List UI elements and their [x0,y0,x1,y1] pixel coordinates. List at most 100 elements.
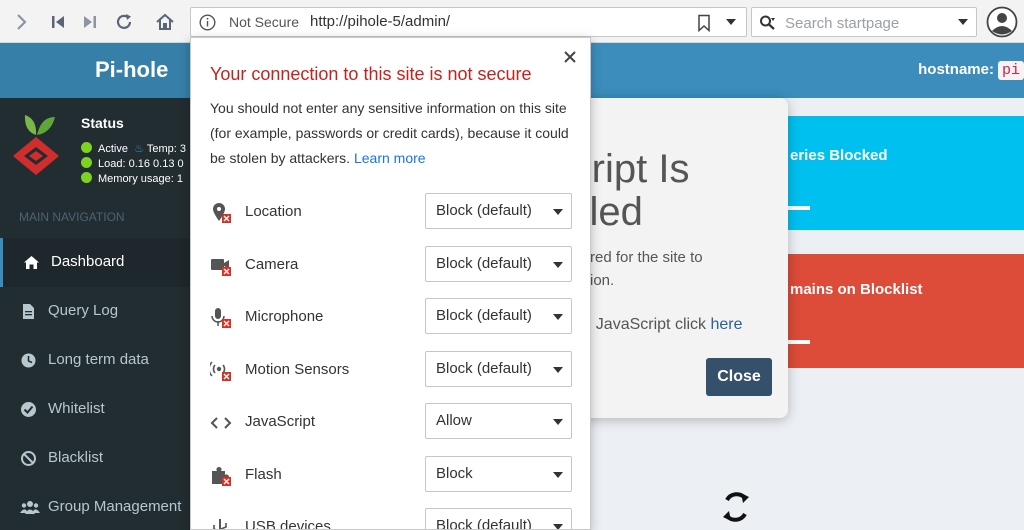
chevron-down-icon [553,314,563,320]
status-dot-icon [81,172,92,183]
reload-icon[interactable] [111,9,137,35]
permission-label: JavaScript [245,413,316,430]
nav-header: MAIN NAVIGATION [19,210,125,224]
modal-enable-text: ble JavaScript click here [570,316,743,334]
history-icon [21,353,36,368]
domains-blocklist-box: mains on Blocklist [770,254,1024,368]
usb-icon [213,519,227,529]
status-dot-icon [81,142,92,153]
puzzle-icon [212,467,231,486]
search-icon [760,15,775,30]
status-panel: Status Active ♨ Temp: 3 Load: 0.16 0.13 … [0,98,190,198]
microphone-blocked-icon [211,308,231,328]
security-label[interactable]: Not Secure [229,14,299,30]
sidebar-item-label: Group Management [48,498,182,515]
close-icon[interactable] [561,48,579,66]
hostname-value: pi [997,61,1024,80]
permission-label: USB devices [245,518,331,530]
permission-value: Block (default) [436,517,532,530]
javascript-disabled-modal: Script Isabled quired for the site tonct… [570,98,788,418]
permission-label: Flash [245,466,282,483]
permission-select-motion-sensors[interactable]: Block (default) [425,351,572,387]
status-dot-icon [81,157,92,168]
permission-value: Block (default) [436,360,532,377]
motion-sensors-icon [210,361,231,381]
enable-js-link[interactable]: here [711,316,743,333]
logo-text: Pi-hole [95,57,169,82]
search-box[interactable] [751,7,977,37]
forward-icon[interactable] [8,9,34,35]
chevron-down-icon [553,367,563,373]
check-circle-icon [21,402,36,417]
status-active: Active ♨ Temp: 3 [81,142,186,155]
permission-row-location: Location Block (default) [191,193,590,231]
status-active-text: Active [98,143,128,155]
loading-spinner-icon [723,492,749,522]
file-icon [23,304,34,319]
sidebar-item-label: Dashboard [51,253,125,270]
skip-back-icon[interactable] [45,9,71,35]
permission-row-javascript: JavaScript Allow [191,403,590,441]
sidebar-item-group-management[interactable]: Group Management [0,483,190,530]
chevron-down-icon [553,209,563,215]
bookmark-icon[interactable] [696,14,712,32]
sidebar-item-label: Blacklist [48,449,104,466]
search-input[interactable] [785,13,945,33]
camera-blocked-icon [211,259,231,276]
permission-label: Camera [245,256,299,273]
location-blocked-icon [213,203,231,223]
queries-blocked-box: eries Blocked [770,116,1024,230]
permission-label: Location [245,203,302,220]
sidebar: Status Active ♨ Temp: 3 Load: 0.16 0.13 … [0,98,190,530]
ban-icon [21,451,36,466]
code-icon [210,417,232,429]
permission-row-usb-devices: USB devices Block (default) [191,508,590,530]
temperature-icon: ♨ [134,143,144,155]
permission-select-microphone[interactable]: Block (default) [425,298,572,334]
learn-more-link[interactable]: Learn more [354,150,426,166]
permission-select-javascript[interactable]: Allow [425,403,572,439]
permission-value: Allow [436,412,472,429]
status-load-text: Load: 0.16 0.13 0 [98,158,184,170]
profile-avatar-icon[interactable] [986,6,1018,38]
pihole-logo-icon [13,115,59,175]
sidebar-item-long-term-data[interactable]: Long term data [0,336,190,385]
users-icon [20,501,40,514]
status-load: Load: 0.16 0.13 0 [81,157,184,170]
modal-close-button[interactable]: Close [706,358,772,396]
skip-forward-icon[interactable] [77,9,103,35]
permission-row-flash: Flash Block [191,456,590,494]
permission-value: Block [436,465,473,482]
box-title: mains on Blocklist [790,281,923,298]
address-bar[interactable]: Not Secure http://pihole-5/admin/ [190,7,747,37]
chevron-down-icon [553,472,563,478]
info-icon[interactable] [199,14,216,31]
permission-select-usb-devices[interactable]: Block (default) [425,508,572,530]
sidebar-item-dashboard[interactable]: Dashboard [0,238,190,287]
permission-value: Block (default) [436,202,532,219]
url-dropdown-icon[interactable] [726,19,736,25]
sidebar-item-blacklist[interactable]: Blacklist [0,434,190,483]
popup-description: You should not enter any sensitive infor… [210,96,580,171]
search-engine-dropdown-icon[interactable] [958,19,968,25]
permission-select-camera[interactable]: Block (default) [425,246,572,282]
url-text[interactable]: http://pihole-5/admin/ [310,13,450,30]
home-icon[interactable] [152,9,178,35]
permission-value: Block (default) [436,307,532,324]
chevron-down-icon [553,262,563,268]
home-icon [24,256,39,269]
permission-label: Microphone [245,308,324,325]
permission-select-flash[interactable]: Block [425,456,572,492]
hostname-label: hostname: [918,61,994,78]
chevron-down-icon [553,524,563,529]
status-memory: Memory usage: 1 [81,172,183,185]
permission-select-location[interactable]: Block (default) [425,193,572,229]
sidebar-item-whitelist[interactable]: Whitelist [0,385,190,434]
status-title: Status [81,115,124,131]
box-title: eries Blocked [790,147,888,164]
status-memory-text: Memory usage: 1 [98,173,183,185]
sidebar-item-label: Query Log [48,302,119,319]
sidebar-item-query-log[interactable]: Query Log [0,287,190,336]
permission-label: Motion Sensors [245,361,350,378]
sidebar-item-label: Whitelist [48,400,105,417]
